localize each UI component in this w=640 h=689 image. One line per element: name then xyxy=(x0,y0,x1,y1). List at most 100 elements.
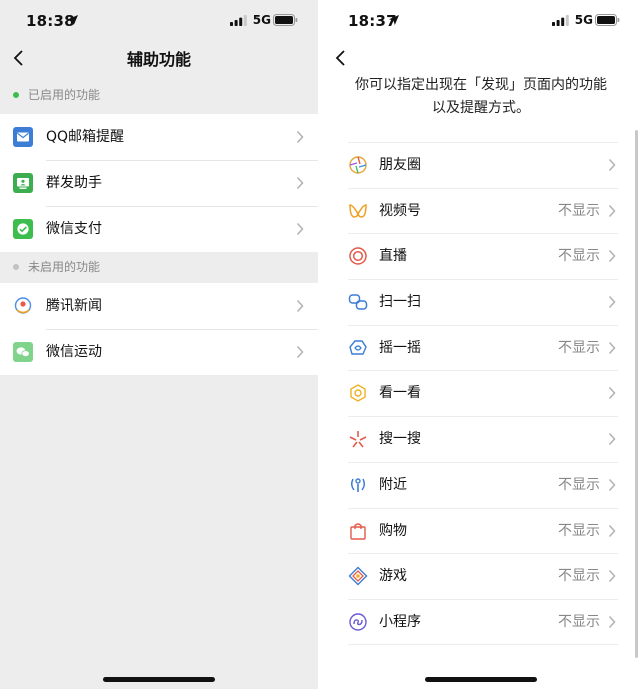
chevron-right-icon xyxy=(296,345,304,359)
chevron-right-icon xyxy=(296,299,304,313)
location-arrow-icon xyxy=(68,15,78,25)
status-bar: 18:38 5G xyxy=(0,0,318,42)
disabled-features-list: 腾讯新闻 微信运动 xyxy=(0,283,318,375)
chevron-right-icon xyxy=(608,524,616,537)
navigation-bar xyxy=(322,42,640,74)
chevron-right-icon xyxy=(296,222,304,236)
search-icon xyxy=(349,431,367,448)
disabled-status-dot xyxy=(13,264,19,270)
network-type: 5G xyxy=(574,13,593,27)
battery-icon xyxy=(273,14,298,26)
chevron-right-icon xyxy=(608,433,616,446)
item-state: 不显示 xyxy=(558,248,600,265)
chevron-right-icon xyxy=(608,204,616,217)
games-icon xyxy=(348,566,368,586)
item-state: 不显示 xyxy=(558,202,600,219)
chevron-right-icon xyxy=(608,478,616,491)
chevron-right-icon xyxy=(608,341,616,354)
item-label: 朋友圈 xyxy=(379,157,421,173)
live-icon xyxy=(349,247,367,266)
chevron-right-icon xyxy=(296,176,304,190)
discover-row-top-stories[interactable]: 看一看 xyxy=(348,370,618,416)
back-arrow-icon[interactable] xyxy=(332,46,352,70)
status-bar: 18:37 5G xyxy=(322,0,640,42)
chevron-right-icon xyxy=(608,570,616,583)
intro-line-1: 你可以指定出现在「发现」页面内的功能 xyxy=(355,77,607,93)
item-label: 搜一搜 xyxy=(379,431,421,448)
feature-row-tencent-news[interactable]: 腾讯新闻 xyxy=(0,283,318,329)
item-state: 不显示 xyxy=(558,522,600,539)
home-indicator[interactable] xyxy=(425,677,537,682)
discover-row-shake[interactable]: 摇一摇 不显示 xyxy=(348,324,618,371)
scan-icon xyxy=(348,294,368,310)
item-label: 视频号 xyxy=(379,202,421,219)
feature-row-qq-mail[interactable]: QQ邮箱提醒 xyxy=(0,114,318,160)
intro-line-2: 以及提醒方式。 xyxy=(432,100,530,116)
feature-label: 群发助手 xyxy=(46,175,102,191)
enabled-section-label: 已启用的功能 xyxy=(28,88,101,102)
item-label: 直播 xyxy=(379,248,407,265)
feature-label: 腾讯新闻 xyxy=(46,298,102,314)
discover-items-list: 朋友圈 视频号 不显示 直播 不显示 扫一扫 摇一摇 不显示 看一看 搜一搜 附… xyxy=(348,142,618,645)
feature-label: 微信支付 xyxy=(46,221,102,237)
discover-row-scan[interactable]: 扫一扫 xyxy=(348,279,618,325)
chevron-right-icon xyxy=(608,615,616,628)
chevron-right-icon xyxy=(608,158,616,172)
chevron-right-icon xyxy=(608,250,616,263)
feature-label: 微信运动 xyxy=(46,344,102,360)
feature-row-wechat-pay[interactable]: 微信支付 xyxy=(0,206,318,252)
chevron-right-icon xyxy=(608,296,616,309)
disabled-section-label: 未启用的功能 xyxy=(28,260,101,274)
discover-row-channels[interactable]: 视频号 不显示 xyxy=(348,187,618,234)
item-state: 不显示 xyxy=(558,476,600,493)
channels-icon xyxy=(349,203,367,218)
item-label: 游戏 xyxy=(379,568,407,585)
wechat-pay-icon xyxy=(13,219,33,239)
item-state: 不显示 xyxy=(558,613,600,630)
top-stories-icon xyxy=(350,384,366,403)
moments-icon xyxy=(349,156,367,174)
discover-row-shopping[interactable]: 购物 不显示 xyxy=(348,507,618,554)
item-label: 小程序 xyxy=(379,613,421,630)
disabled-section-header: 未启用的功能 xyxy=(0,252,318,283)
discover-row-games[interactable]: 游戏 不显示 xyxy=(348,553,618,599)
discover-row-nearby[interactable]: 附近 不显示 xyxy=(348,461,618,508)
nearby-icon xyxy=(351,478,365,492)
item-state: 不显示 xyxy=(558,339,600,356)
chevron-right-icon xyxy=(608,387,616,400)
discover-row-live[interactable]: 直播 不显示 xyxy=(348,233,618,279)
item-label: 摇一摇 xyxy=(379,339,421,356)
navigation-bar: 辅助功能 xyxy=(0,42,318,74)
shopping-bag-icon xyxy=(350,522,366,540)
scrollbar[interactable] xyxy=(635,130,638,658)
item-label: 附近 xyxy=(379,476,407,493)
item-state: 不显示 xyxy=(558,568,600,585)
home-indicator[interactable] xyxy=(103,677,215,682)
chevron-right-icon xyxy=(296,130,304,144)
feature-row-wechat-sport[interactable]: 微信运动 xyxy=(0,329,318,375)
shake-icon xyxy=(349,340,367,355)
intro-text: 你可以指定出现在「发现」页面内的功能 以及提醒方式。 xyxy=(322,74,640,120)
cellular-signal-icon xyxy=(230,15,247,26)
battery-icon xyxy=(595,14,620,26)
cellular-signal-icon xyxy=(552,15,569,26)
discover-row-search[interactable]: 搜一搜 xyxy=(348,416,618,462)
tencent-news-icon xyxy=(14,297,32,314)
broadcast-icon xyxy=(13,173,33,193)
location-arrow-icon xyxy=(389,15,399,25)
enabled-status-dot xyxy=(13,92,19,98)
discover-row-moments[interactable]: 朋友圈 xyxy=(348,142,618,188)
enabled-section-header: 已启用的功能 xyxy=(0,76,318,114)
feature-row-mass-send[interactable]: 群发助手 xyxy=(0,160,318,206)
network-type: 5G xyxy=(252,13,271,27)
accessibility-features-screen: 18:38 5G 辅助功能 已启用的功能 QQ邮箱提醒 群发助手 微信支付 未启… xyxy=(0,0,318,689)
page-title: 辅助功能 xyxy=(126,50,191,69)
discover-settings-screen: 18:37 5G 你可以指定出现在「发现」页面内的功能 以及提醒方式。 朋友圈 xyxy=(322,0,640,689)
enabled-features-list: QQ邮箱提醒 群发助手 微信支付 xyxy=(0,114,318,252)
wechat-sport-icon xyxy=(13,342,33,362)
item-label: 扫一扫 xyxy=(379,294,421,311)
mail-icon xyxy=(13,127,33,147)
item-label: 购物 xyxy=(379,522,407,539)
item-label: 看一看 xyxy=(379,385,421,402)
discover-row-mini-programs[interactable]: 小程序 不显示 xyxy=(348,598,618,645)
